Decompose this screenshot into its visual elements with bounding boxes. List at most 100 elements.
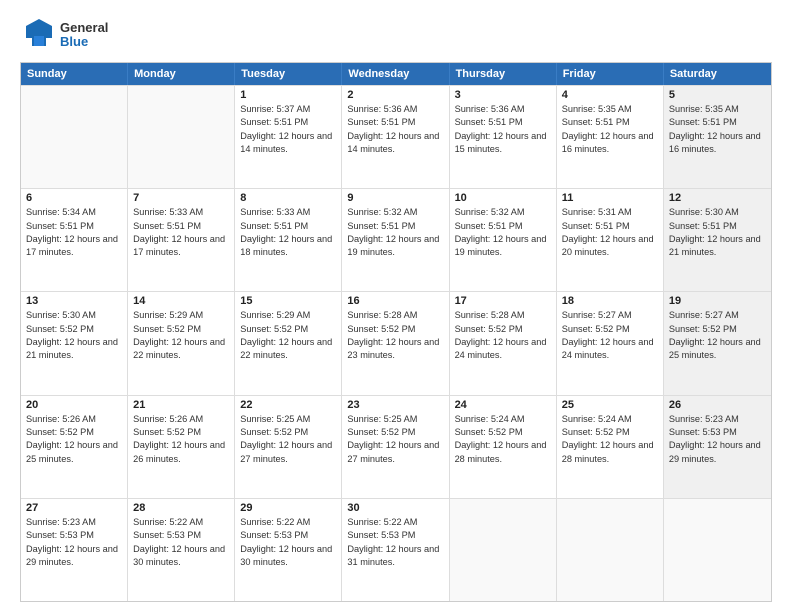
cell-info-line: Sunset: 5:51 PM: [240, 220, 336, 233]
cell-info-line: Sunrise: 5:33 AM: [240, 206, 336, 219]
cell-info-line: Daylight: 12 hours and 16 minutes.: [669, 130, 766, 157]
day-number: 13: [26, 295, 122, 307]
cell-info-line: Sunset: 5:51 PM: [347, 220, 443, 233]
day-number: 24: [455, 399, 551, 411]
cell-info-line: Sunrise: 5:27 AM: [562, 309, 658, 322]
day-number: 5: [669, 89, 766, 101]
calendar-cell: 24Sunrise: 5:24 AMSunset: 5:52 PMDayligh…: [450, 396, 557, 498]
calendar-week: 13Sunrise: 5:30 AMSunset: 5:52 PMDayligh…: [21, 291, 771, 394]
cell-info-line: Daylight: 12 hours and 17 minutes.: [133, 233, 229, 260]
cell-info-line: Sunrise: 5:25 AM: [347, 413, 443, 426]
cell-info-line: Daylight: 12 hours and 24 minutes.: [455, 336, 551, 363]
day-number: 8: [240, 192, 336, 204]
cell-info-line: Sunset: 5:53 PM: [133, 529, 229, 542]
cell-info-line: Daylight: 12 hours and 25 minutes.: [669, 336, 766, 363]
calendar-cell: [557, 499, 664, 601]
cell-info-line: Sunset: 5:51 PM: [133, 220, 229, 233]
cell-info-line: Daylight: 12 hours and 19 minutes.: [347, 233, 443, 260]
cell-info-line: Sunset: 5:52 PM: [562, 323, 658, 336]
cell-info-line: Daylight: 12 hours and 18 minutes.: [240, 233, 336, 260]
cell-info-line: Daylight: 12 hours and 28 minutes.: [562, 439, 658, 466]
day-number: 16: [347, 295, 443, 307]
cell-info-line: Sunrise: 5:35 AM: [562, 103, 658, 116]
cell-info-line: Sunrise: 5:30 AM: [26, 309, 122, 322]
cell-info-line: Sunset: 5:53 PM: [347, 529, 443, 542]
calendar-body: 1Sunrise: 5:37 AMSunset: 5:51 PMDaylight…: [21, 85, 771, 601]
calendar-cell: 10Sunrise: 5:32 AMSunset: 5:51 PMDayligh…: [450, 189, 557, 291]
calendar-cell: 29 Sunrise: 5:22 AMSunset: 5:53 PMDayligh…: [235, 499, 342, 601]
cell-info-line: Daylight: 12 hours and 16 minutes.: [562, 130, 658, 157]
calendar-cell: [450, 499, 557, 601]
calendar-cell: 28Sunrise: 5:22 AMSunset: 5:53 PMDayligh…: [128, 499, 235, 601]
calendar-cell: 25Sunrise: 5:24 AMSunset: 5:52 PMDayligh…: [557, 396, 664, 498]
cell-info-line: Sunrise: 5:31 AM: [562, 206, 658, 219]
day-number: 3: [455, 89, 551, 101]
cell-info-line: Sunrise: 5:29 AM: [240, 309, 336, 322]
day-number: 12: [669, 192, 766, 204]
calendar-cell: [128, 86, 235, 188]
cell-info-line: Daylight: 12 hours and 22 minutes.: [240, 336, 336, 363]
cell-info-line: Daylight: 12 hours and 22 minutes.: [133, 336, 229, 363]
cell-info-line: Daylight: 12 hours and 27 minutes.: [240, 439, 336, 466]
cell-info-line: Sunset: 5:52 PM: [455, 323, 551, 336]
calendar-cell: 23Sunrise: 5:25 AMSunset: 5:52 PMDayligh…: [342, 396, 449, 498]
cell-info-line: Sunrise: 5:27 AM: [669, 309, 766, 322]
cell-info-line: Sunset: 5:51 PM: [562, 116, 658, 129]
cell-info-line: Sunset: 5:53 PM: [26, 529, 122, 542]
cell-info-line: Daylight: 12 hours and 14 minutes.: [240, 130, 336, 157]
cell-info-line: Sunrise: 5:22 AM: [347, 516, 443, 529]
cell-info-line: Sunrise: 5:32 AM: [347, 206, 443, 219]
day-number: 20: [26, 399, 122, 411]
cell-info-line: Sunrise: 5:23 AM: [669, 413, 766, 426]
cell-info-line: Sunset: 5:52 PM: [133, 323, 229, 336]
calendar-header-cell: Wednesday: [342, 63, 449, 85]
cell-info-line: Sunset: 5:52 PM: [562, 426, 658, 439]
cell-info-line: Sunrise: 5:28 AM: [455, 309, 551, 322]
day-number: 4: [562, 89, 658, 101]
logo-text-line2: Blue: [60, 35, 108, 49]
cell-info-line: Sunrise: 5:35 AM: [669, 103, 766, 116]
cell-info-line: Sunset: 5:51 PM: [347, 116, 443, 129]
cell-info-line: Sunrise: 5:37 AM: [240, 103, 336, 116]
day-number: 25: [562, 399, 658, 411]
day-number: 9: [347, 192, 443, 204]
cell-info-line: Sunset: 5:51 PM: [669, 116, 766, 129]
cell-info-line: Daylight: 12 hours and 17 minutes.: [26, 233, 122, 260]
cell-info-line: Daylight: 12 hours and 14 minutes.: [347, 130, 443, 157]
calendar-week: 6Sunrise: 5:34 AMSunset: 5:51 PMDaylight…: [21, 188, 771, 291]
cell-info-line: Daylight: 12 hours and 30 minutes.: [240, 543, 336, 570]
calendar-cell: 21Sunrise: 5:26 AMSunset: 5:52 PMDayligh…: [128, 396, 235, 498]
calendar-cell: 26Sunrise: 5:23 AMSunset: 5:53 PMDayligh…: [664, 396, 771, 498]
cell-info-line: Sunrise: 5:36 AM: [347, 103, 443, 116]
day-number: 23: [347, 399, 443, 411]
calendar-cell: 1Sunrise: 5:37 AMSunset: 5:51 PMDaylight…: [235, 86, 342, 188]
cell-info-line: Sunrise: 5:26 AM: [133, 413, 229, 426]
cell-info-line: Sunrise: 5:24 AM: [455, 413, 551, 426]
cell-info-line: Sunset: 5:52 PM: [26, 323, 122, 336]
cell-info-line: Sunset: 5:51 PM: [240, 116, 336, 129]
calendar-cell: 19Sunrise: 5:27 AMSunset: 5:52 PMDayligh…: [664, 292, 771, 394]
calendar-cell: 30Sunrise: 5:22 AMSunset: 5:53 PMDayligh…: [342, 499, 449, 601]
calendar-week: 20Sunrise: 5:26 AMSunset: 5:52 PMDayligh…: [21, 395, 771, 498]
calendar-cell: 14Sunrise: 5:29 AMSunset: 5:52 PMDayligh…: [128, 292, 235, 394]
cell-info-line: Sunrise: 5:22 AM: [240, 516, 336, 529]
calendar-cell: 12Sunrise: 5:30 AMSunset: 5:51 PMDayligh…: [664, 189, 771, 291]
calendar-week: 27Sunrise: 5:23 AMSunset: 5:53 PMDayligh…: [21, 498, 771, 601]
calendar-cell: 18Sunrise: 5:27 AMSunset: 5:52 PMDayligh…: [557, 292, 664, 394]
cell-info-line: Sunset: 5:53 PM: [240, 529, 336, 542]
cell-info-line: Sunset: 5:51 PM: [562, 220, 658, 233]
day-number: 29: [240, 502, 336, 514]
cell-info-line: Daylight: 12 hours and 27 minutes.: [347, 439, 443, 466]
cell-info-line: Sunrise: 5:30 AM: [669, 206, 766, 219]
day-number: 22: [240, 399, 336, 411]
cell-info-line: Daylight: 12 hours and 15 minutes.: [455, 130, 551, 157]
calendar-cell: 16Sunrise: 5:28 AMSunset: 5:52 PMDayligh…: [342, 292, 449, 394]
cell-info-line: Daylight: 12 hours and 31 minutes.: [347, 543, 443, 570]
calendar-header: SundayMondayTuesdayWednesdayThursdayFrid…: [21, 63, 771, 85]
cell-info-line: Sunset: 5:51 PM: [455, 220, 551, 233]
cell-info-line: Sunrise: 5:34 AM: [26, 206, 122, 219]
calendar-header-cell: Sunday: [21, 63, 128, 85]
page: General Blue SundayMondayTuesdayWednesda…: [0, 0, 792, 612]
calendar-cell: [21, 86, 128, 188]
calendar-cell: 3Sunrise: 5:36 AMSunset: 5:51 PMDaylight…: [450, 86, 557, 188]
